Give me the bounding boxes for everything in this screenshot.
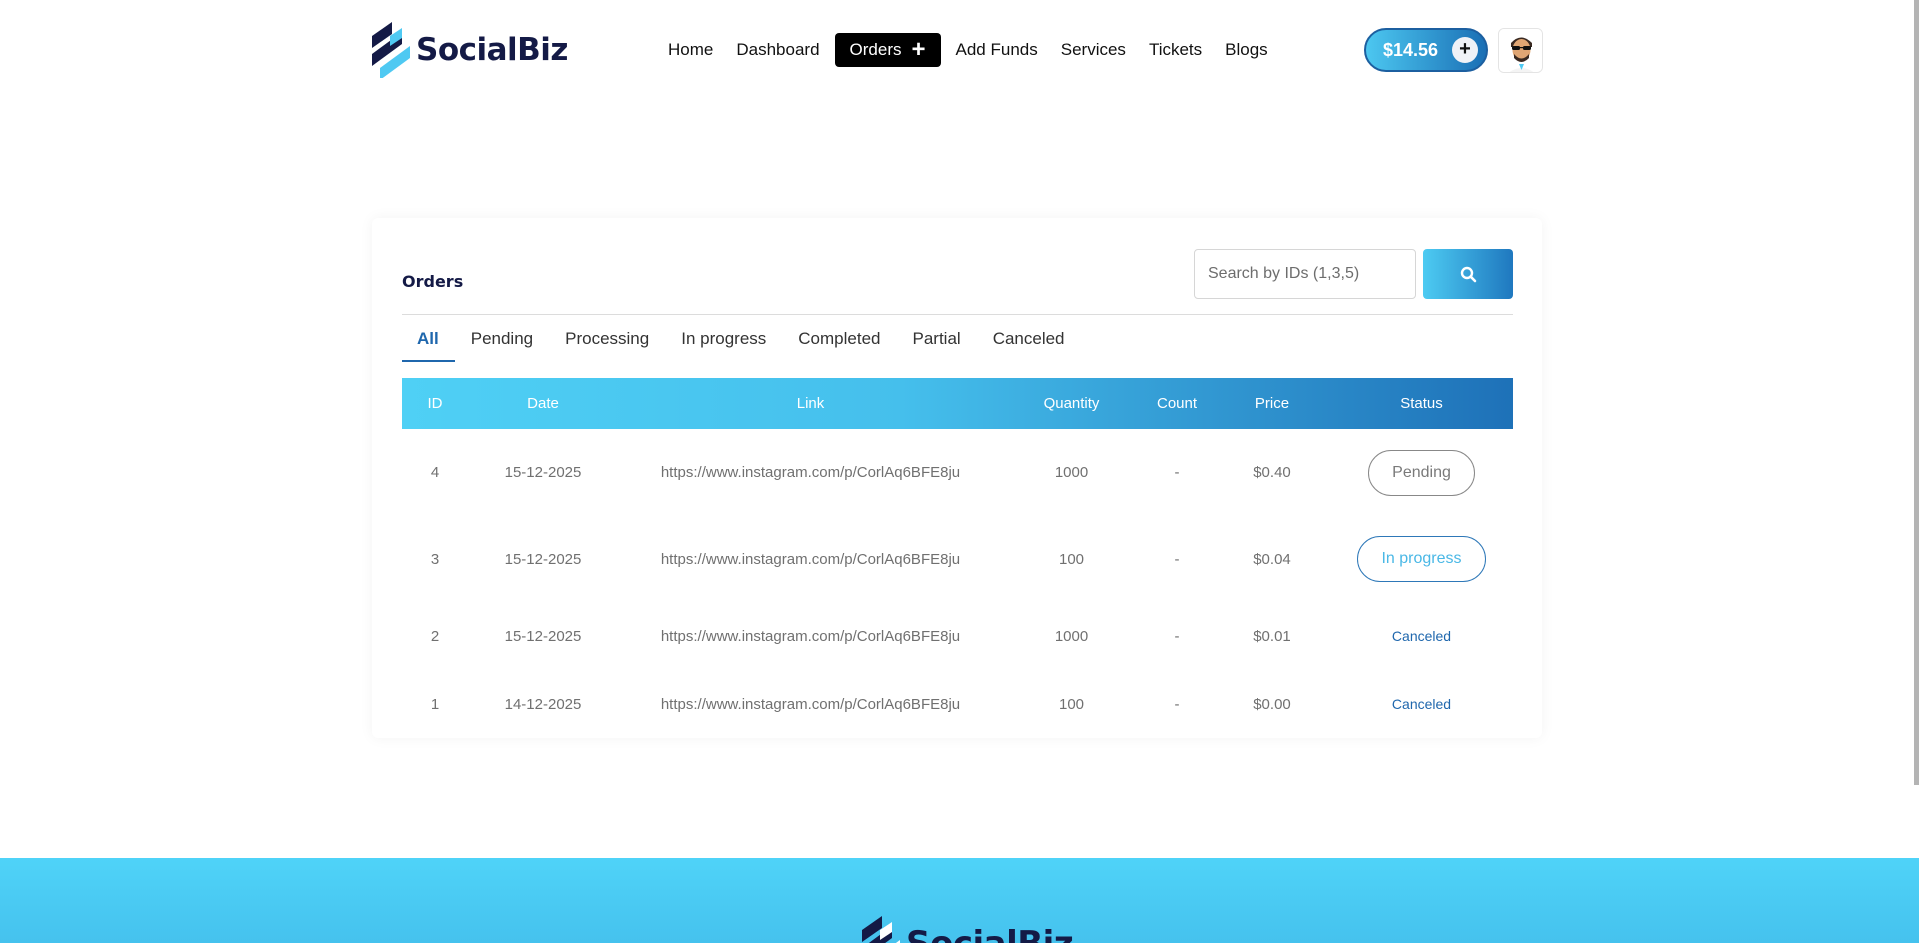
- order-quantity: 1000: [1054, 627, 1089, 645]
- nav-item-add-funds[interactable]: Add Funds: [948, 33, 1046, 67]
- logo-mark-icon: [862, 916, 900, 943]
- order-price: $0.04: [1253, 550, 1291, 568]
- column-header-id: ID: [427, 395, 443, 412]
- tab-all[interactable]: All: [402, 330, 455, 362]
- page-title: Orders: [402, 272, 464, 291]
- column-header-status: Status: [1400, 395, 1443, 412]
- status-badge: Canceled: [1391, 696, 1452, 712]
- avatar[interactable]: [1498, 28, 1543, 73]
- order-link[interactable]: https://www.instagram.com/p/CorlAq6BFE8j…: [618, 464, 1003, 481]
- nav-item-dashboard[interactable]: Dashboard: [728, 33, 827, 67]
- order-id: 1: [430, 695, 440, 713]
- tab-in-progress[interactable]: In progress: [681, 330, 766, 362]
- table-row: 1 14-12-2025 https://www.instagram.com/p…: [402, 670, 1513, 738]
- nav-item-services[interactable]: Services: [1053, 33, 1134, 67]
- column-header-quantity: Quantity: [1043, 395, 1100, 412]
- order-status-cell: In progress: [1330, 536, 1513, 582]
- order-date: 14-12-2025: [504, 695, 582, 713]
- column-header-price: Price: [1254, 395, 1290, 412]
- order-link[interactable]: https://www.instagram.com/p/CorlAq6BFE8j…: [618, 628, 1003, 645]
- nav-item-home[interactable]: Home: [660, 33, 721, 67]
- order-date: 15-12-2025: [504, 550, 582, 568]
- tab-completed[interactable]: Completed: [798, 330, 880, 362]
- orders-card: Orders All Pending Processing In progres…: [372, 218, 1542, 738]
- divider: [402, 314, 1513, 315]
- plus-icon: +: [911, 36, 926, 63]
- main-nav: Home Dashboard Orders + Add Funds Servic…: [660, 33, 1283, 67]
- nav-item-blogs[interactable]: Blogs: [1217, 33, 1276, 67]
- order-quantity: 100: [1058, 695, 1085, 713]
- orders-table: ID Date Link Quantity Count Price Status…: [402, 378, 1513, 738]
- order-quantity: 100: [1058, 550, 1085, 568]
- order-id: 2: [430, 627, 440, 645]
- avatar-face-icon: [1499, 29, 1542, 72]
- status-badge: Canceled: [1391, 628, 1452, 644]
- logo-mark-icon: [372, 22, 410, 78]
- order-link[interactable]: https://www.instagram.com/p/CorlAq6BFE8j…: [618, 551, 1003, 568]
- status-badge[interactable]: In progress: [1357, 536, 1486, 582]
- search-button[interactable]: [1423, 249, 1513, 299]
- site-footer: SocialBiz: [0, 858, 1919, 943]
- search-input[interactable]: [1194, 249, 1416, 299]
- column-header-count: Count: [1156, 395, 1198, 412]
- nav-item-orders-label: Orders: [849, 40, 902, 59]
- balance-button[interactable]: $14.56 +: [1364, 28, 1488, 72]
- table-row: 4 15-12-2025 https://www.instagram.com/p…: [402, 429, 1513, 516]
- balance-amount: $14.56: [1383, 39, 1439, 60]
- order-count: -: [1174, 464, 1180, 481]
- site-header: SocialBiz Home Dashboard Orders + Add Fu…: [0, 0, 1919, 100]
- tab-processing[interactable]: Processing: [565, 330, 649, 362]
- tab-partial[interactable]: Partial: [913, 330, 961, 362]
- order-quantity: 1000: [1054, 464, 1089, 481]
- status-tabs: All Pending Processing In progress Compl…: [402, 330, 1097, 362]
- column-header-link: Link: [796, 395, 825, 412]
- footer-logo[interactable]: SocialBiz: [862, 916, 1074, 943]
- status-badge[interactable]: Pending: [1368, 449, 1475, 496]
- order-price: $0.40: [1253, 464, 1291, 481]
- nav-item-tickets[interactable]: Tickets: [1141, 33, 1210, 67]
- add-funds-plus-icon[interactable]: +: [1452, 37, 1478, 63]
- table-row: 3 15-12-2025 https://www.instagram.com/p…: [402, 516, 1513, 602]
- column-header-date: Date: [527, 395, 559, 412]
- order-id: 4: [430, 464, 440, 481]
- search-icon: [1460, 266, 1476, 282]
- order-count: -: [1174, 627, 1180, 645]
- brand-logo[interactable]: SocialBiz: [372, 21, 568, 79]
- order-price: $0.01: [1253, 627, 1291, 645]
- order-date: 15-12-2025: [504, 627, 582, 645]
- brand-name: SocialBiz: [416, 32, 568, 68]
- page-scrollbar[interactable]: [1914, 0, 1919, 785]
- order-price: $0.00: [1253, 695, 1291, 713]
- order-date: 15-12-2025: [504, 464, 582, 481]
- order-link[interactable]: https://www.instagram.com/p/CorlAq6BFE8j…: [618, 696, 1003, 713]
- order-count: -: [1174, 550, 1180, 568]
- table-header: ID Date Link Quantity Count Price Status: [402, 378, 1513, 429]
- order-id: 3: [430, 550, 440, 568]
- order-count: -: [1174, 695, 1180, 713]
- table-row: 2 15-12-2025 https://www.instagram.com/p…: [402, 602, 1513, 670]
- nav-item-orders[interactable]: Orders +: [834, 33, 941, 67]
- order-status-cell: Canceled: [1330, 628, 1513, 644]
- tab-pending[interactable]: Pending: [471, 330, 533, 362]
- footer-brand-name: SocialBiz: [906, 924, 1074, 943]
- tab-canceled[interactable]: Canceled: [993, 330, 1065, 362]
- order-status-cell: Pending: [1330, 449, 1513, 496]
- order-status-cell: Canceled: [1330, 696, 1513, 712]
